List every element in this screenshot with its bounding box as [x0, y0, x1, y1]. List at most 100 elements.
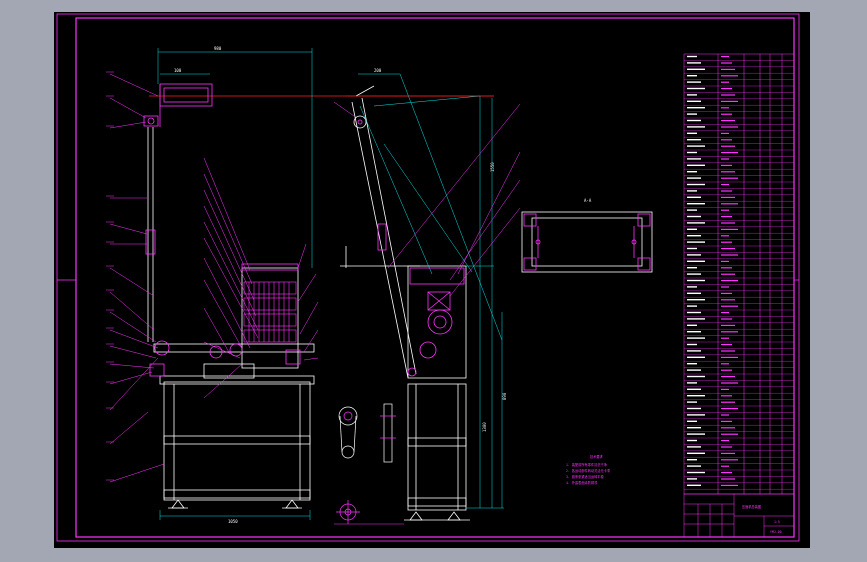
bom-row-name-mark	[721, 235, 729, 237]
side-frame	[407, 383, 467, 511]
bom-row-name-mark	[721, 363, 729, 365]
notes-line-3: 3. 链条张紧适当运转平稳	[566, 474, 604, 479]
detail-views	[336, 403, 396, 524]
bom-row-code-mark	[687, 267, 697, 269]
bom-row-name-mark	[721, 254, 738, 256]
roller-housing	[241, 267, 299, 369]
bom-row-code-mark	[687, 68, 705, 70]
bom-row-name-mark	[721, 203, 738, 205]
bom-row-name-mark	[721, 465, 729, 467]
bom-row-name-mark	[721, 369, 732, 371]
bom-row-name-mark	[721, 292, 732, 294]
bom-row-name-mark	[721, 222, 735, 224]
bom-row-name-mark	[721, 62, 732, 64]
bom-row-name-mark	[721, 158, 729, 160]
frame-table	[163, 381, 311, 501]
bom-row-code-mark	[687, 273, 701, 275]
bom-row-code-mark	[687, 420, 697, 422]
bom-row-code-mark	[687, 158, 701, 160]
bom-row-code-mark	[687, 286, 697, 288]
bom-row-code-mark	[687, 452, 705, 454]
bom-row-name-mark	[721, 120, 735, 122]
detail-pulley-top	[338, 406, 358, 426]
bom-row-code-mark	[687, 337, 705, 339]
bom-row-name-mark	[721, 113, 732, 115]
dim-side-top: 200	[374, 68, 382, 73]
bom-row-name-mark	[721, 248, 735, 250]
bom-row-name-mark	[721, 107, 729, 109]
top-bracket	[159, 83, 213, 107]
bom-row-code-mark	[687, 132, 697, 134]
bom-row-name-mark	[721, 132, 729, 134]
bom-row-code-mark	[687, 414, 705, 416]
bom-row-name-mark	[721, 312, 729, 314]
bom-row-name-mark	[721, 81, 729, 83]
dim-side-mid: 1300	[482, 422, 487, 432]
rod-coupler	[145, 229, 156, 255]
bom-row-name-mark	[721, 414, 729, 416]
technical-notes: 技术要求 1. 装配前所有零件清洗干净 2. 各运动部件转动灵活无卡滞 3. 链…	[566, 454, 611, 485]
bom-row-code-mark	[687, 171, 697, 173]
bom-row-name-mark	[721, 478, 735, 480]
section-aa-label: A-A	[584, 198, 592, 203]
bom-row-code-mark	[687, 311, 701, 314]
bom-row-name-mark	[721, 273, 735, 275]
bom-row-code-mark	[687, 324, 697, 326]
bom-row-name-mark	[721, 184, 729, 186]
bom-row-name-mark	[721, 305, 738, 307]
bom-row-name-mark	[721, 356, 738, 358]
bom-row-code-mark	[687, 343, 697, 346]
bom-row-name-mark	[721, 56, 729, 58]
bom-row-code-mark	[687, 388, 701, 390]
bom-row-name-mark	[721, 267, 732, 269]
bom-row-name-mark	[721, 440, 729, 442]
bom-row-code-mark	[687, 209, 697, 211]
foot-left	[171, 499, 185, 509]
bom-row-code-mark	[687, 279, 705, 282]
bom-row-name-mark	[721, 190, 732, 192]
bom-row-code-mark	[687, 427, 701, 429]
bom-row-code-mark	[687, 94, 697, 96]
detail-pulley-bottom	[341, 445, 355, 459]
dim-top-short: 100	[174, 68, 182, 73]
bom-row-code-mark	[687, 299, 705, 301]
bom-row-code-mark	[687, 407, 701, 410]
bom-row-code-mark	[687, 241, 705, 243]
bom-row-code-mark	[687, 62, 701, 64]
bom-row-code-mark	[687, 331, 701, 333]
bom-row-name-mark	[721, 228, 738, 230]
bom-row-code-mark	[687, 350, 701, 352]
bom-row-name-mark	[721, 280, 738, 282]
drawing-canvas[interactable]: 980 100 1050 200 1550 1300 890 A-A 技术要求 …	[54, 12, 810, 548]
bom-row-name-mark	[721, 299, 735, 301]
gear-left	[154, 340, 170, 356]
bom-row-code-mark	[687, 446, 701, 448]
bom-row-name-mark	[721, 427, 735, 429]
drawing-scale: 1:5	[774, 520, 780, 524]
bom-row-code-mark	[687, 395, 705, 397]
bom-row-name-mark	[721, 177, 738, 179]
detail-shaft	[383, 403, 393, 463]
conveyor-rail-a	[351, 101, 409, 379]
bom-row-code-mark	[687, 401, 697, 403]
drive-shaft	[153, 343, 315, 353]
bom-row-name-mark	[721, 484, 738, 486]
bom-row-name-mark	[721, 260, 729, 262]
bom-row-code-mark	[687, 478, 697, 480]
bom-row-name-mark	[721, 395, 732, 397]
bom-row-name-mark	[721, 139, 732, 141]
front-view	[143, 83, 494, 509]
bom-row-code-mark	[687, 247, 697, 250]
notes-heading: 技术要求	[590, 454, 604, 459]
bom-row-code-mark	[687, 151, 697, 154]
cad-viewport[interactable]: 980 100 1050 200 1550 1300 890 A-A 技术要求 …	[0, 0, 867, 562]
bom-row-code-mark	[687, 177, 701, 179]
bom-row-code-mark	[687, 55, 697, 58]
dim-side-height: 1550	[490, 162, 495, 172]
bom-row-code-mark	[687, 222, 705, 224]
bom-row-code-mark	[687, 164, 705, 166]
bom-row-name-mark	[721, 433, 738, 435]
bom-row-code-mark	[687, 356, 705, 358]
side-construction	[358, 73, 504, 509]
bom-row-code-mark	[687, 183, 705, 186]
